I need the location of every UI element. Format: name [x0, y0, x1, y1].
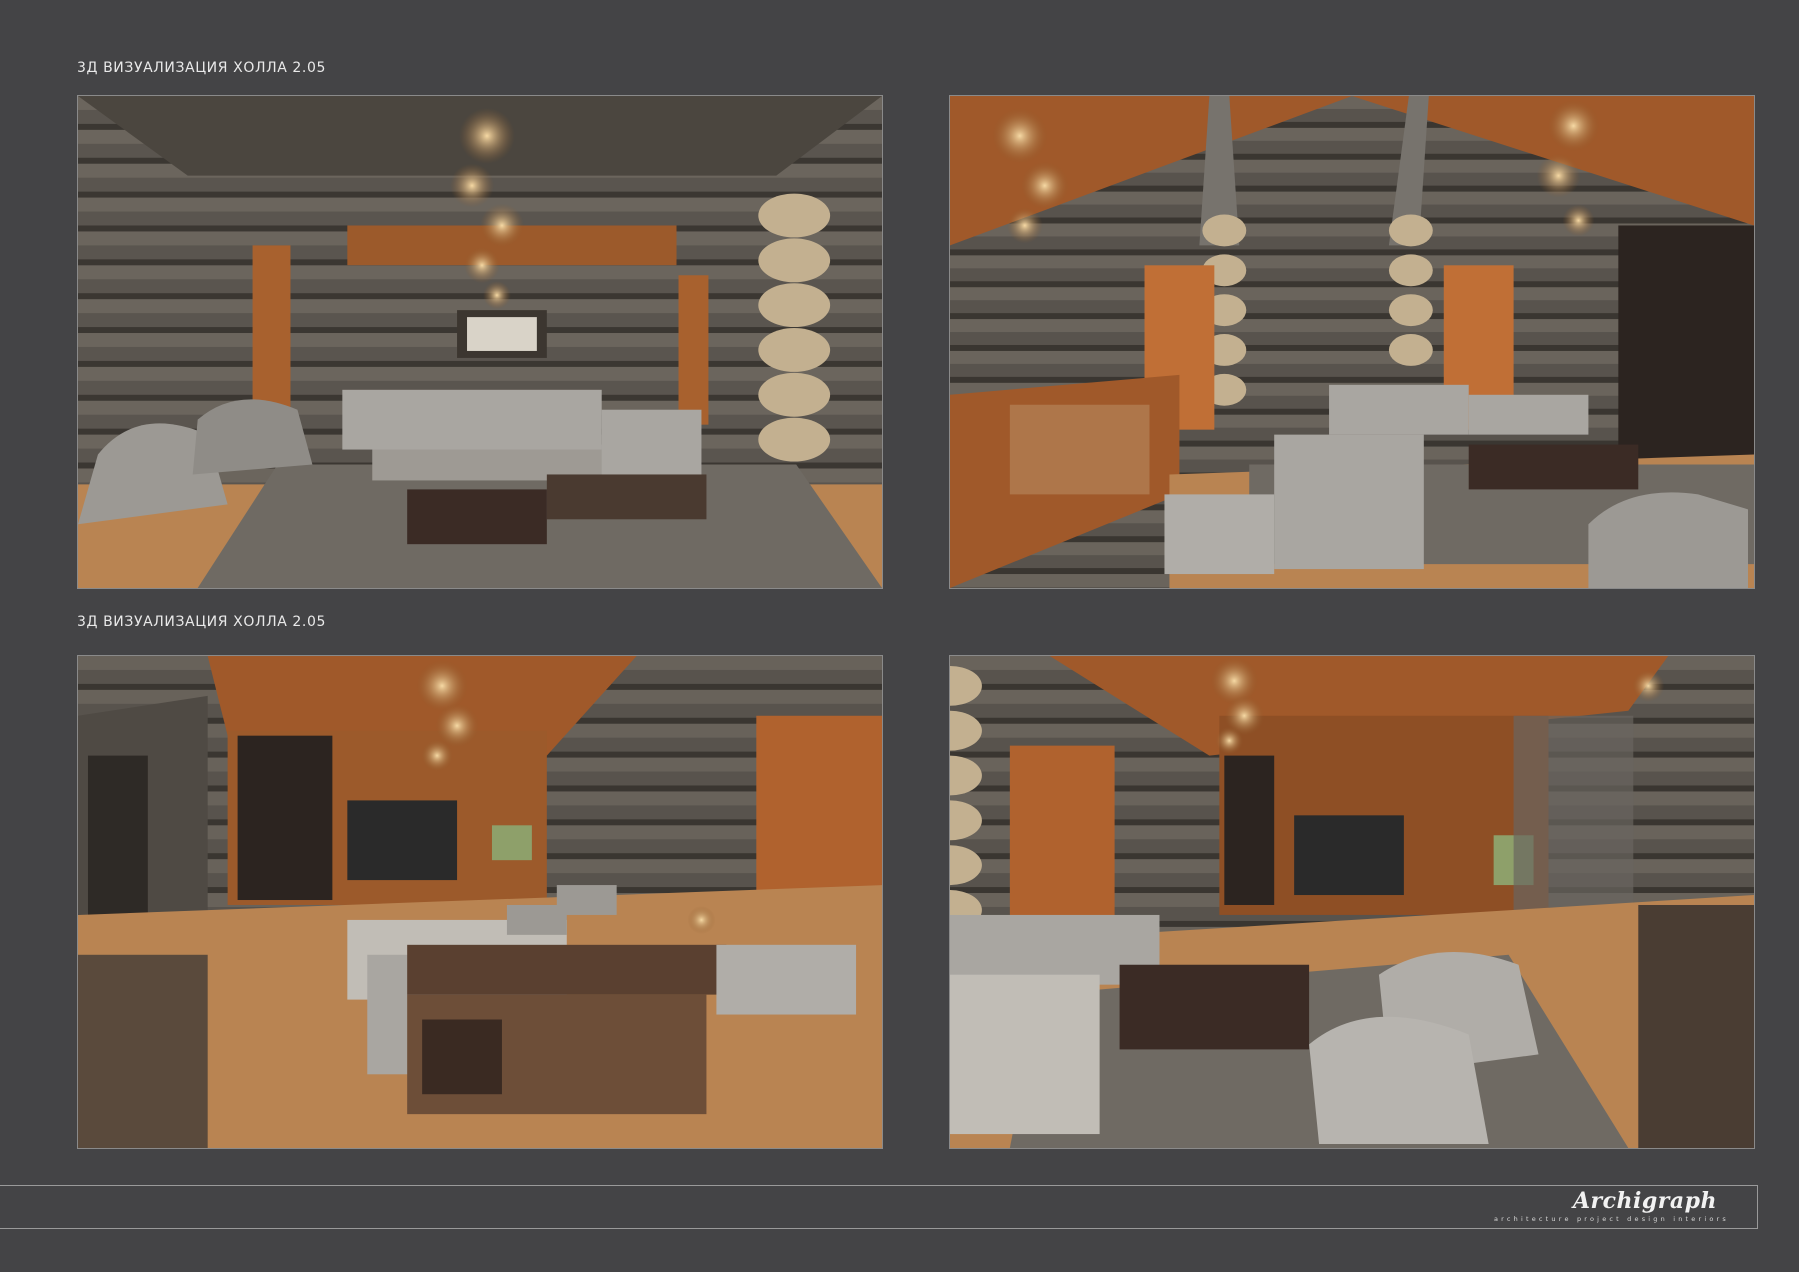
- render-image-3: [77, 655, 883, 1149]
- render-image-4: [949, 655, 1755, 1149]
- brand-logo: Archigraph architecture project design i…: [1489, 1189, 1729, 1227]
- brand-name: Archigraph: [1572, 1188, 1717, 1214]
- render-caption-bottom: 3Д ВИЗУАЛИЗАЦИЯ ХОЛЛА 2.05: [77, 614, 326, 630]
- render-caption-top: 3Д ВИЗУАЛИЗАЦИЯ ХОЛЛА 2.05: [77, 60, 326, 76]
- render-image-1: [77, 95, 883, 589]
- footer-bar: Archigraph architecture project design i…: [0, 1185, 1758, 1229]
- render-image-2: [949, 95, 1755, 589]
- brand-tagline: architecture project design interiors: [1493, 1215, 1729, 1223]
